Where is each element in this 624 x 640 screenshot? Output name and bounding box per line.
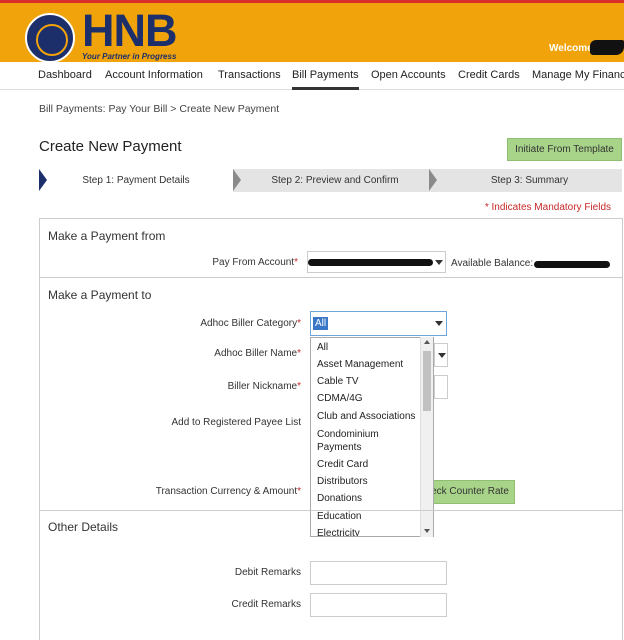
debit-remarks-label: Debit Remarks xyxy=(234,567,301,578)
pay-from-account-label: Pay From Account* xyxy=(212,257,298,268)
mandatory-fields-note: * Indicates Mandatory Fields xyxy=(484,202,611,213)
nav-credit-cards[interactable]: Credit Cards xyxy=(458,62,520,90)
biller-category-label: Adhoc Biller Category* xyxy=(200,318,301,329)
app-header: HNB Your Partner in Progress Welcome xyxy=(0,0,624,63)
dropdown-option[interactable]: Cable TV xyxy=(317,376,359,388)
brand-logo[interactable]: HNB xyxy=(82,7,177,55)
wizard-steps: Step 1: Payment Details Step 2: Preview … xyxy=(39,169,622,192)
scroll-down-icon[interactable] xyxy=(424,529,430,533)
dropdown-option[interactable]: Asset Management xyxy=(317,359,403,371)
chevron-down-icon xyxy=(438,353,446,358)
main-nav: Dashboard Account Information Transactio… xyxy=(0,62,624,90)
step-preview-confirm: Step 2: Preview and Confirm xyxy=(271,175,399,186)
biller-nickname-input[interactable] xyxy=(434,375,448,399)
credit-remarks-input[interactable] xyxy=(310,593,447,617)
breadcrumb: Bill Payments: Pay Your Bill > Create Ne… xyxy=(39,103,280,115)
biller-category-select[interactable]: All xyxy=(310,311,447,336)
section-title-other-details: Other Details xyxy=(48,520,119,534)
dropdown-scrollbar[interactable] xyxy=(420,337,433,537)
scroll-up-icon[interactable] xyxy=(424,340,430,344)
biller-nickname-label: Biller Nickname* xyxy=(227,381,301,392)
dropdown-option[interactable]: Donations xyxy=(317,493,362,505)
step-payment-details: Step 1: Payment Details xyxy=(39,169,233,192)
dropdown-option[interactable]: Education xyxy=(317,511,361,523)
dropdown-option[interactable]: Distributors xyxy=(317,476,368,488)
redacted-username xyxy=(590,40,624,55)
section-title-payment-from: Make a Payment from xyxy=(48,229,166,243)
currency-amount-label: Transaction Currency & Amount* xyxy=(155,486,301,497)
chevron-right-icon xyxy=(429,169,437,191)
initiate-from-template-button[interactable]: Initiate From Template xyxy=(507,138,622,161)
section-divider xyxy=(39,510,623,511)
step-marker-icon xyxy=(39,169,47,191)
nav-account-information[interactable]: Account Information xyxy=(105,62,203,90)
credit-remarks-label: Credit Remarks xyxy=(231,599,301,610)
dropdown-option-continued[interactable]: Payments xyxy=(317,442,361,454)
add-to-payee-label: Add to Registered Payee List xyxy=(171,417,301,428)
nav-manage-my-finances[interactable]: Manage My Financi xyxy=(532,62,624,90)
check-counter-rate-button[interactable]: eck Counter Rate xyxy=(425,480,515,504)
debit-remarks-input[interactable] xyxy=(310,561,447,585)
dropdown-option[interactable]: Club and Associations xyxy=(317,411,415,423)
biller-category-value: All xyxy=(313,317,329,330)
step-summary: Step 3: Summary xyxy=(490,175,569,186)
chevron-right-icon xyxy=(233,169,241,191)
dropdown-option[interactable]: Electricity xyxy=(317,528,360,536)
nav-open-accounts[interactable]: Open Accounts xyxy=(371,62,446,90)
section-divider xyxy=(39,277,623,278)
nav-bill-payments[interactable]: Bill Payments xyxy=(292,62,359,90)
scrollbar-thumb[interactable] xyxy=(423,351,431,411)
dropdown-option[interactable]: Credit Card xyxy=(317,459,368,471)
biller-name-label: Adhoc Biller Name* xyxy=(214,348,301,359)
dropdown-option[interactable]: All xyxy=(317,342,328,354)
section-title-payment-to: Make a Payment to xyxy=(48,288,152,302)
dropdown-option[interactable]: Condominium xyxy=(317,429,379,441)
chevron-down-icon xyxy=(435,260,443,265)
redacted-balance xyxy=(534,261,610,268)
dropdown-option[interactable]: CDMA/4G xyxy=(317,393,363,405)
available-balance-label: Available Balance: xyxy=(451,258,534,269)
chevron-down-icon xyxy=(435,321,443,326)
brand-tagline: Your Partner in Progress xyxy=(82,52,177,61)
page-title: Create New Payment xyxy=(39,138,182,155)
nav-dashboard[interactable]: Dashboard xyxy=(38,62,92,90)
bank-seal-logo xyxy=(25,13,75,63)
nav-transactions[interactable]: Transactions xyxy=(218,62,281,90)
redacted-account xyxy=(308,259,433,266)
biller-category-dropdown: All Asset Management Cable TV CDMA/4G Cl… xyxy=(310,337,434,537)
welcome-text: Welcome xyxy=(549,43,593,54)
